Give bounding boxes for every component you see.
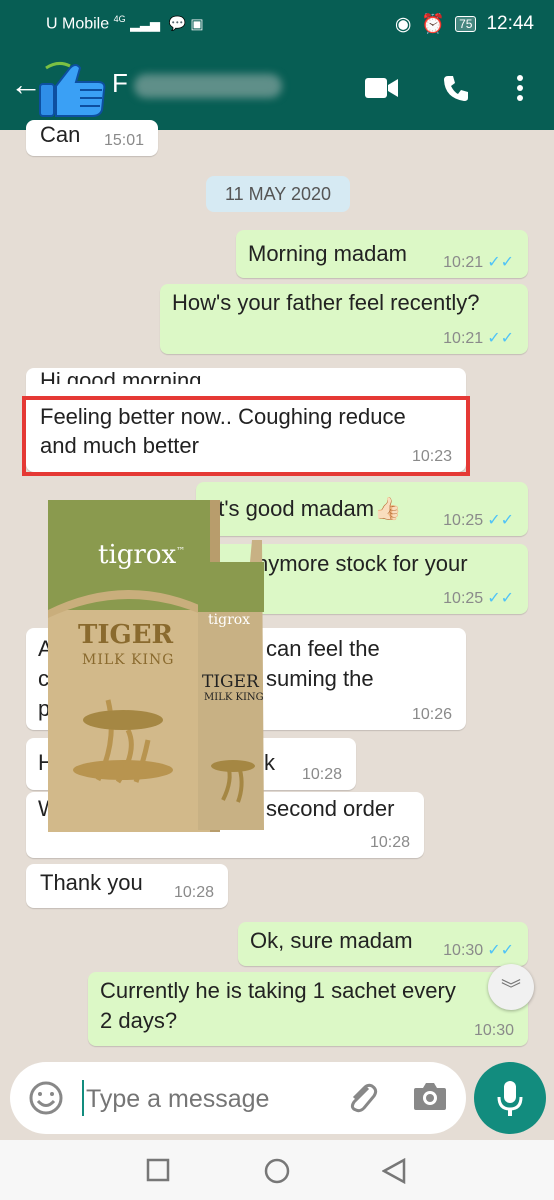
message-bubble-outgoing[interactable]: Morning madam 10:21 ✓✓ <box>236 230 528 278</box>
sachet-name-line2: MILK KING <box>204 692 264 703</box>
message-time: 10:28 <box>301 766 342 783</box>
more-options-button[interactable] <box>500 68 540 108</box>
sachet-name-line1: TIGER <box>202 672 259 692</box>
blurred-contact-name <box>134 74 282 98</box>
recents-button[interactable] <box>146 1158 170 1187</box>
video-call-button[interactable] <box>362 68 402 108</box>
voice-call-button[interactable] <box>436 68 476 108</box>
message-text-line: can feel the <box>266 636 380 661</box>
product-image: tigrox™ TIGER MILK KING tigrox TIGER MIL… <box>48 500 268 840</box>
message-text: Can <box>40 122 81 147</box>
contact-initial: F <box>112 68 128 98</box>
thumbs-up-icon <box>39 61 106 117</box>
double-check-icon: ✓✓ <box>487 590 514 607</box>
message-bubble-outgoing[interactable]: Currently he is taking 1 sachet every 2 … <box>88 972 528 1046</box>
message-time: 10:25 <box>443 590 484 607</box>
product-name-line2: MILK KING <box>82 652 175 668</box>
message-text-line: suming the <box>266 666 374 691</box>
system-navigation-bar <box>0 1140 554 1200</box>
phone-icon <box>444 76 468 101</box>
paperclip-icon <box>350 1083 378 1113</box>
contact-name[interactable]: F <box>112 68 282 100</box>
double-check-icon: ✓✓ <box>487 512 514 529</box>
double-check-icon: ✓✓ <box>487 330 514 347</box>
network-type: 4G <box>113 14 126 24</box>
clock: 12:44 <box>486 13 534 34</box>
message-text: How's your father feel recently? <box>172 290 480 315</box>
message-time: 10:30 <box>473 1022 514 1039</box>
camera-icon <box>414 1083 446 1110</box>
message-text: nymore stock for your <box>256 551 468 576</box>
message-text: Ok, sure madam <box>250 928 413 953</box>
message-time: 10:25 <box>443 512 484 529</box>
back-button[interactable] <box>381 1157 406 1189</box>
eye-comfort-icon: ◉ <box>394 13 412 35</box>
mic-icon <box>497 1081 523 1116</box>
double-check-icon: ✓✓ <box>487 942 514 959</box>
avatar[interactable] <box>36 60 108 120</box>
message-text-line: Currently he is taking 1 sachet every <box>100 978 456 1003</box>
message-time: 10:28 <box>173 884 214 901</box>
highlight-box <box>22 396 470 476</box>
message-text: Morning madam <box>248 241 407 266</box>
circle-icon <box>264 1158 290 1184</box>
more-vert-icon <box>517 75 523 101</box>
status-bar: U Mobile 4G ▂▃▅ 💬 ▣ ◉ ⏰ 75 12:44 <box>0 0 554 46</box>
square-icon <box>146 1158 170 1182</box>
signal-icon: ▂▃▅ <box>130 16 161 32</box>
scroll-to-bottom-button[interactable]: ︾ <box>488 964 534 1010</box>
wechat-icon: 💬 <box>168 15 186 32</box>
message-time: 10:21 <box>443 330 484 347</box>
message-text-line: 2 days? <box>100 1008 178 1033</box>
message-time: 10:26 <box>411 706 452 723</box>
triangle-back-icon <box>381 1157 406 1185</box>
attach-button[interactable] <box>344 1080 380 1121</box>
battery-icon: 75 <box>455 16 477 32</box>
chat-header: ← F <box>0 46 554 130</box>
product-brand: tigrox <box>98 540 177 570</box>
thumbs-up-emoji: 👍🏻 <box>374 496 402 521</box>
message-bubble-incoming[interactable]: Thank you 10:28 <box>26 864 228 908</box>
message-time: 10:30 <box>443 942 484 959</box>
message-input-bar <box>10 1062 466 1134</box>
double-check-icon: ✓✓ <box>487 254 514 271</box>
message-time: 10:21 <box>443 254 484 271</box>
date-separator: 11 MAY 2020 <box>206 176 350 212</box>
message-time: 10:28 <box>369 834 410 851</box>
emoji-icon <box>29 1081 63 1115</box>
chat-area[interactable]: Can 15:01 11 MAY 2020 Morning madam 10:2… <box>0 120 554 1060</box>
message-bubble-incoming[interactable]: Can 15:01 <box>26 120 158 156</box>
video-icon <box>365 78 398 98</box>
camera-button[interactable] <box>412 1080 448 1117</box>
chevron-double-down-icon: ︾ <box>501 978 521 1001</box>
alarm-icon: ⏰ <box>421 14 446 35</box>
carrier-label: U Mobile <box>46 15 110 33</box>
trademark: ™ <box>176 546 186 557</box>
message-text: second order <box>266 796 395 821</box>
emoji-button[interactable] <box>28 1080 64 1121</box>
voice-message-button[interactable] <box>474 1062 546 1134</box>
message-text: Thank you <box>40 870 143 895</box>
message-text-line: Hi good morning <box>40 368 202 384</box>
message-time: 15:01 <box>103 132 144 149</box>
product-name-line1: TIGER <box>78 620 174 650</box>
app-notification-icon: ▣ <box>190 15 204 32</box>
message-bubble-outgoing[interactable]: How's your father feel recently? 10:21 ✓✓ <box>160 284 528 354</box>
message-bubble-outgoing[interactable]: Ok, sure madam 10:30 ✓✓ <box>238 922 528 966</box>
message-input[interactable] <box>84 1076 338 1122</box>
sachet-brand: tigrox <box>208 612 251 628</box>
home-button[interactable] <box>264 1158 290 1189</box>
